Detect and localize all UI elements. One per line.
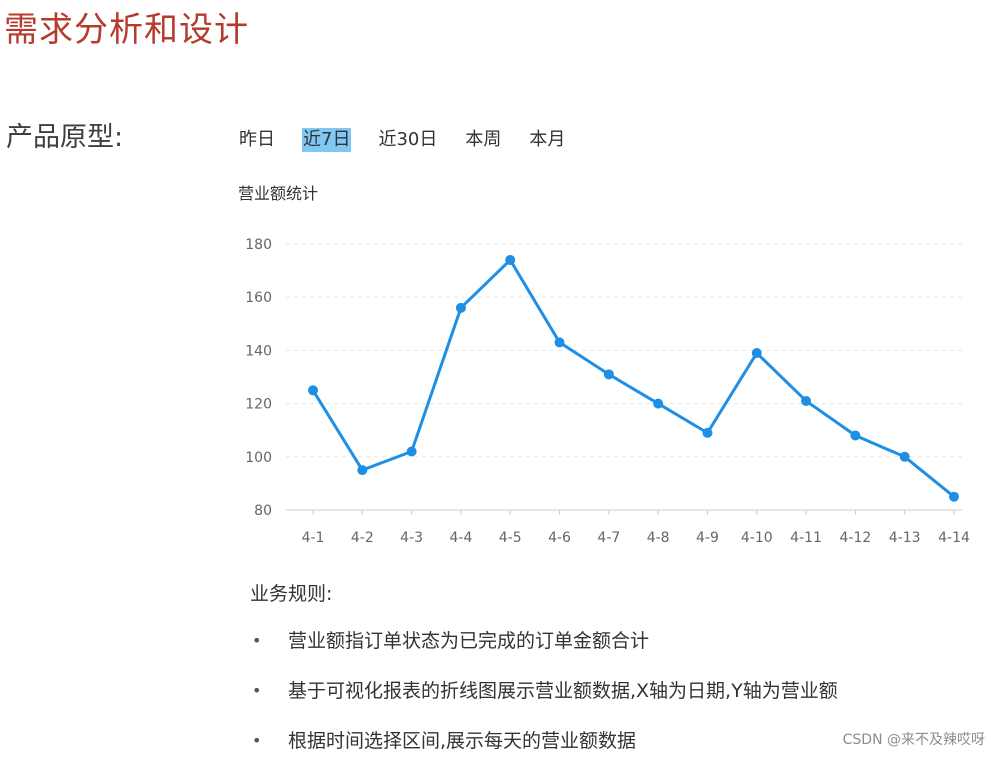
- bullet-icon: •: [252, 731, 262, 750]
- x-tick-label: 4-2: [351, 530, 374, 546]
- y-tick-label: 100: [245, 450, 272, 466]
- bullet-icon: •: [252, 631, 262, 650]
- rule-text: 营业额指订单状态为已完成的订单金额合计: [288, 630, 650, 652]
- prototype-label: 产品原型:: [6, 122, 124, 153]
- rule-item: • 营业额指订单状态为已完成的订单金额合计: [250, 622, 950, 672]
- data-point: [554, 337, 565, 348]
- y-tick-label: 140: [245, 343, 272, 359]
- data-point: [702, 427, 713, 438]
- chart-title: 营业额统计: [238, 184, 319, 203]
- series-layer: [308, 254, 959, 502]
- data-point: [949, 491, 959, 502]
- x-tick-label: 4-11: [790, 530, 822, 546]
- business-rules-list: • 营业额指订单状态为已完成的订单金额合计 • 基于可视化报表的折线图展示营业额数据…: [250, 622, 950, 772]
- data-point: [603, 369, 614, 380]
- business-rules-title: 业务规则:: [250, 583, 333, 605]
- x-tick-label: 4-8: [647, 530, 670, 546]
- revenue-line-chart: 80 100 120 140 160 180 4-1 4-2 4-3 4-4 4-5 4-6 4-7 4-…: [245, 237, 970, 546]
- data-point: [308, 385, 318, 396]
- data-point: [653, 398, 664, 409]
- rule-text: 基于可视化报表的折线图展示营业额数据,X轴为日期,Y轴为营业额: [288, 680, 838, 702]
- x-tick-label: 4-12: [839, 530, 871, 546]
- data-point: [357, 465, 368, 476]
- x-tick-label: 4-9: [696, 530, 719, 546]
- x-tick-label: 4-4: [449, 530, 472, 546]
- page-title: 需求分析和设计: [4, 10, 249, 50]
- y-tick-label: 180: [245, 237, 272, 253]
- tab-yesterday[interactable]: 昨日: [238, 128, 276, 152]
- data-point: [850, 430, 861, 441]
- data-point: [505, 254, 516, 265]
- data-point: [899, 451, 910, 462]
- series-line: [311, 258, 955, 498]
- x-tick-label: 4-7: [597, 530, 620, 546]
- date-range-tabs: 昨日 近7日 近30日 本周 本月: [238, 127, 566, 153]
- watermark: CSDN @来不及辣哎呀: [842, 732, 985, 748]
- bullet-icon: •: [252, 681, 262, 700]
- tab-this-week[interactable]: 本周: [464, 128, 502, 152]
- grid-layer: [286, 243, 962, 458]
- x-tick-label: 4-10: [741, 530, 773, 546]
- tab-last-30-days[interactable]: 近30日: [377, 128, 438, 152]
- data-point: [406, 446, 417, 457]
- y-tick-label: 80: [254, 503, 272, 519]
- axis-layer: 80 100 120 140 160 180 4-1 4-2 4-3 4-4 4-5 4-6 4-7 4-…: [245, 237, 970, 546]
- y-tick-label: 120: [245, 397, 272, 413]
- x-tick-label: 4-14: [938, 530, 970, 546]
- x-tick-label: 4-5: [499, 530, 522, 546]
- tab-this-month[interactable]: 本月: [528, 128, 566, 152]
- x-tick-label: 4-13: [889, 530, 921, 546]
- x-tick-label: 4-1: [302, 530, 325, 546]
- data-point: [801, 395, 812, 406]
- rule-text: 根据时间选择区间,展示每天的营业额数据: [288, 730, 637, 752]
- rule-item: • 基于可视化报表的折线图展示营业额数据,X轴为日期,Y轴为营业额: [250, 672, 950, 722]
- x-tick-label: 4-3: [400, 530, 423, 546]
- tab-last-7-days[interactable]: 近7日: [302, 128, 352, 152]
- data-point: [751, 348, 762, 359]
- x-tick-label: 4-6: [548, 530, 571, 546]
- y-tick-label: 160: [245, 290, 272, 306]
- data-point: [455, 302, 466, 313]
